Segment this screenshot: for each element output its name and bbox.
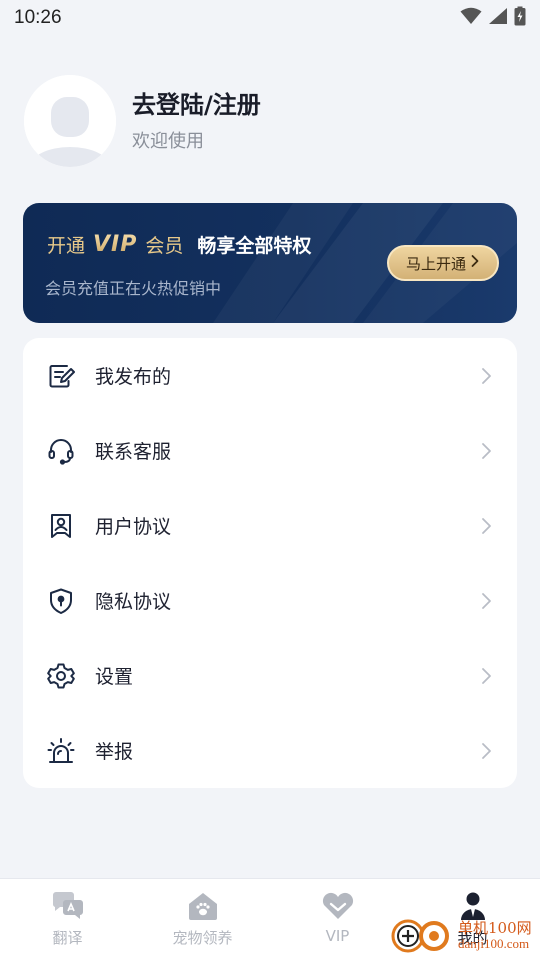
chevron-right-icon: [470, 254, 480, 272]
status-time: 10:26: [14, 7, 62, 28]
vip-logo: VIP: [93, 232, 138, 257]
menu-item-label: 隐私协议: [95, 591, 172, 613]
tab-vip[interactable]: VIP: [270, 879, 405, 960]
profile-header[interactable]: 去登陆/注册 欢迎使用: [24, 74, 516, 168]
status-icons: [460, 6, 526, 30]
user-badge-icon: [47, 512, 75, 540]
avatar[interactable]: [24, 75, 116, 167]
signal-icon: [488, 7, 508, 29]
tab-pet-adoption[interactable]: 宠物领养: [135, 879, 270, 960]
chevron-right-icon: [479, 667, 493, 685]
vip-headline: 开通 VIP 会员 畅享全部特权: [47, 231, 311, 258]
menu-item-report[interactable]: 举报: [23, 713, 517, 788]
open-vip-button[interactable]: 马上开通: [387, 245, 499, 281]
menu-item-label: 我发布的: [95, 366, 172, 388]
battery-icon: [514, 6, 526, 30]
settings-icon: [47, 662, 75, 690]
menu-item-label: 联系客服: [95, 441, 172, 463]
menu-list: 我发布的 联系客服 用户协议 隐私协议 设置 举报: [23, 338, 517, 788]
menu-item-user-agreement[interactable]: 用户协议: [23, 488, 517, 563]
pet-house-icon: [186, 891, 220, 921]
menu-item-my-posts[interactable]: 我发布的: [23, 338, 517, 413]
menu-item-settings[interactable]: 设置: [23, 638, 517, 713]
watermark-logo-icon: [391, 919, 449, 953]
vip-member-text: 会员: [145, 235, 184, 257]
vip-benefit-text: 畅享全部特权: [197, 235, 312, 257]
default-avatar-icon: [24, 75, 116, 167]
vip-prefix: 开通: [47, 235, 86, 257]
edit-document-icon: [47, 362, 75, 390]
chevron-right-icon: [479, 742, 493, 760]
menu-item-label: 用户协议: [95, 516, 172, 538]
menu-item-privacy-policy[interactable]: 隐私协议: [23, 563, 517, 638]
vip-promo-text: 会员充值正在火热促销中: [45, 279, 222, 298]
wifi-icon: [460, 7, 482, 29]
menu-item-label: 设置: [95, 666, 134, 688]
menu-item-label: 举报: [95, 741, 134, 763]
open-vip-label: 马上开通: [405, 254, 466, 273]
shield-lock-icon: [47, 587, 75, 615]
vip-heart-icon: [321, 891, 355, 921]
status-bar: 10:26: [0, 0, 540, 36]
tab-label: VIP: [325, 927, 350, 945]
chevron-right-icon: [479, 442, 493, 460]
login-register-link[interactable]: 去登陆/注册: [132, 89, 261, 121]
watermark-line2: danji100.com: [458, 936, 530, 951]
welcome-text: 欢迎使用: [132, 131, 204, 152]
translate-icon: [51, 891, 85, 921]
chevron-right-icon: [479, 367, 493, 385]
menu-item-customer-service[interactable]: 联系客服: [23, 413, 517, 488]
chevron-right-icon: [479, 592, 493, 610]
tab-translate[interactable]: 翻译: [0, 879, 135, 960]
watermark-text: 单机100网 danji100.com: [458, 920, 532, 952]
profile-text: 去登陆/注册 欢迎使用: [132, 89, 261, 153]
vip-banner[interactable]: 开通 VIP 会员 畅享全部特权 会员充值正在火热促销中 马上开通: [23, 203, 517, 323]
chevron-right-icon: [479, 517, 493, 535]
alarm-icon: [47, 737, 75, 765]
headset-icon: [47, 437, 75, 465]
site-watermark: 单机100网 danji100.com: [390, 914, 540, 958]
tab-label: 翻译: [52, 929, 83, 947]
tab-label: 宠物领养: [172, 929, 233, 947]
watermark-line1: 单机100网: [458, 919, 532, 937]
